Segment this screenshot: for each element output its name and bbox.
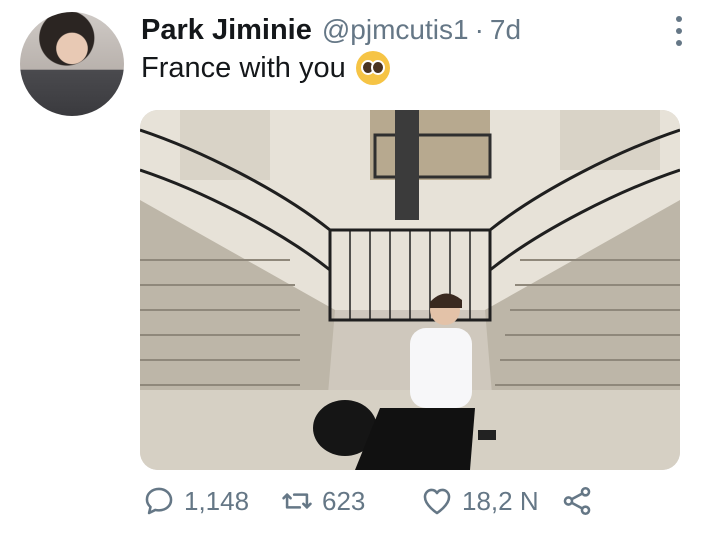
speech-bubble-icon — [145, 487, 173, 515]
tweet-header: Park Jiminie @pjmcutis1 · 7d France with… — [141, 14, 680, 85]
avatar[interactable] — [20, 12, 124, 116]
author-line: Park Jiminie @pjmcutis1 · 7d — [141, 14, 680, 47]
tweet-actions: 1,148 623 18,2 N — [140, 484, 640, 524]
photo-illustration — [140, 110, 680, 470]
share-icon — [563, 486, 591, 516]
timestamp[interactable]: 7d — [490, 14, 521, 46]
like-button[interactable]: 18,2 N — [420, 484, 539, 518]
retweet-count: 623 — [322, 485, 366, 516]
display-name[interactable]: Park Jiminie — [141, 14, 312, 47]
tweet-photo[interactable] — [140, 110, 680, 470]
reply-count: 1,148 — [184, 485, 250, 516]
pleading-face-emoji — [355, 51, 390, 85]
handle[interactable]: @pjmcutis1 — [322, 14, 469, 46]
heart-icon — [423, 488, 451, 515]
tweet-body: France with you — [141, 51, 680, 85]
separator-dot: · — [474, 14, 484, 45]
vertical-ellipsis-icon[interactable] — [676, 16, 682, 46]
retweet-icon — [282, 493, 312, 509]
like-count: 18,2 N — [462, 485, 539, 516]
share-button[interactable] — [560, 484, 594, 518]
retweet-button[interactable]: 623 — [280, 484, 365, 518]
tweet-text: France with you — [141, 51, 346, 84]
reply-button[interactable]: 1,148 — [142, 484, 249, 518]
